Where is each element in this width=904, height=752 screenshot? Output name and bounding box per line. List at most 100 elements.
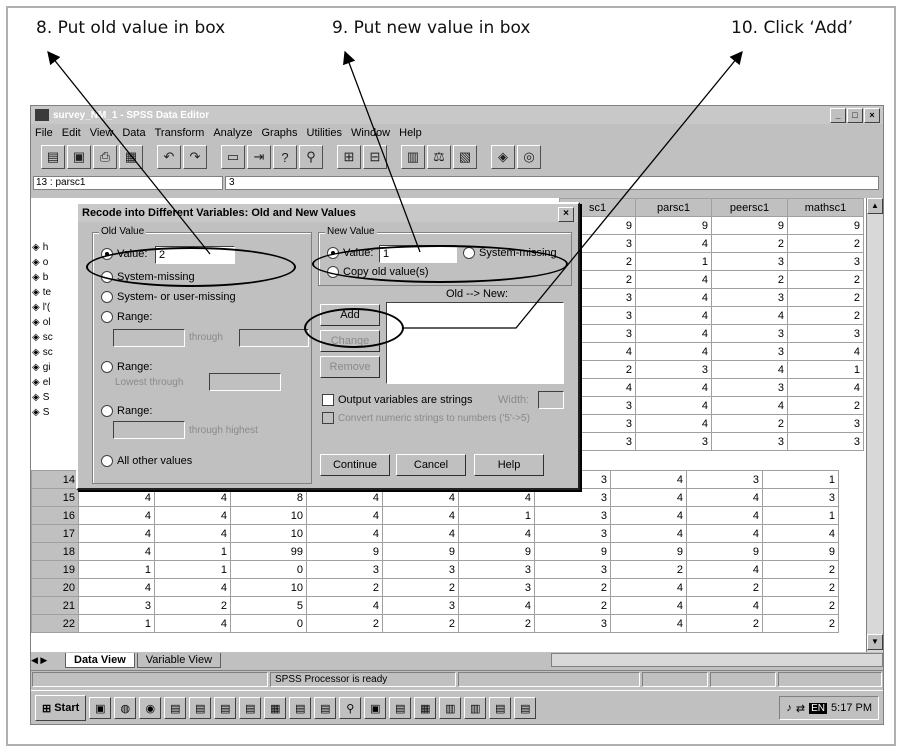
row-number[interactable]: 18	[31, 542, 79, 561]
table-cell[interactable]: 4	[610, 524, 687, 543]
row-number[interactable]: 16	[31, 506, 79, 525]
table-cell[interactable]: 2	[458, 614, 535, 633]
table-cell[interactable]: 1	[154, 542, 231, 561]
vertical-scrollbar[interactable]: ▲ ▼	[866, 198, 883, 652]
row-number[interactable]: 14	[31, 470, 79, 489]
table-cell[interactable]: 4	[787, 378, 864, 397]
table-cell[interactable]: 10	[230, 578, 307, 597]
table-cell[interactable]: 3	[686, 470, 763, 489]
taskbar-app-icon[interactable]: ◍	[114, 697, 137, 719]
scroll-down-icon[interactable]: ▼	[867, 634, 883, 650]
table-cell[interactable]: 3	[711, 324, 788, 343]
table-cell[interactable]: 10	[230, 506, 307, 525]
table-cell[interactable]: 2	[711, 234, 788, 253]
through-highest-input[interactable]	[113, 421, 185, 439]
close-button[interactable]: ×	[864, 108, 880, 123]
variables-icon[interactable]: ?	[273, 145, 297, 169]
table-cell[interactable]: 1	[78, 614, 155, 633]
table-cell[interactable]: 3	[534, 614, 611, 633]
table-cell[interactable]: 2	[306, 578, 383, 597]
table-cell[interactable]: 4	[458, 524, 535, 543]
table-cell[interactable]: 2	[787, 234, 864, 253]
convert-numeric-checkbox[interactable]: Convert numeric strings to numbers ('5'-…	[322, 412, 556, 424]
menu-analyze[interactable]: Analyze	[213, 127, 252, 139]
table-cell[interactable]: 9	[635, 216, 712, 235]
table-cell[interactable]: 4	[78, 524, 155, 543]
table-cell[interactable]: 4	[154, 488, 231, 507]
table-cell[interactable]: 4	[635, 342, 712, 361]
taskbar-app-icon[interactable]: ▤	[164, 697, 187, 719]
weight-cases-icon[interactable]: ⚖	[427, 145, 451, 169]
table-cell[interactable]: 5	[230, 596, 307, 615]
table-cell[interactable]: 3	[711, 342, 788, 361]
table-cell[interactable]: 3	[534, 506, 611, 525]
table-cell[interactable]: 2	[534, 578, 611, 597]
start-button[interactable]: ⊞ Start	[35, 695, 87, 721]
table-cell[interactable]: 4	[635, 306, 712, 325]
goto-case-icon[interactable]: ⇥	[247, 145, 271, 169]
table-cell[interactable]: 1	[762, 470, 839, 489]
taskbar-app-icon[interactable]: ▤	[189, 697, 212, 719]
table-cell[interactable]: 4	[306, 488, 383, 507]
table-cell[interactable]: 3	[534, 488, 611, 507]
taskbar-app-icon[interactable]: ▤	[489, 697, 512, 719]
table-cell[interactable]: 3	[762, 488, 839, 507]
all-other-values-radio[interactable]: All other values	[101, 455, 192, 467]
table-cell[interactable]: 4	[711, 360, 788, 379]
variable-list-item[interactable]: ◈ el	[32, 375, 78, 390]
taskbar-app-icon[interactable]: ▤	[214, 697, 237, 719]
variable-list-item[interactable]: ◈ l'(	[32, 300, 78, 315]
insert-case-icon[interactable]: ⊞	[337, 145, 361, 169]
taskbar-app-icon[interactable]: ▣	[89, 697, 112, 719]
table-cell[interactable]: 4	[78, 488, 155, 507]
table-cell[interactable]: 3	[787, 324, 864, 343]
horizontal-scrollbar[interactable]	[551, 653, 883, 667]
table-cell[interactable]: 4	[306, 506, 383, 525]
new-value-radio[interactable]: Value:	[327, 247, 373, 259]
table-cell[interactable]: 0	[230, 614, 307, 633]
table-cell[interactable]: 4	[686, 596, 763, 615]
minimize-button[interactable]: _	[830, 108, 846, 123]
table-cell[interactable]: 2	[711, 270, 788, 289]
taskbar-app-icon[interactable]: ◉	[139, 697, 162, 719]
split-file-icon[interactable]: ▥	[401, 145, 425, 169]
taskbar-app-icon[interactable]: ▣	[364, 697, 387, 719]
menu-view[interactable]: View	[90, 127, 114, 139]
save-icon[interactable]: ▣	[67, 145, 91, 169]
change-button[interactable]: Change	[320, 330, 380, 352]
column-header-parsc1[interactable]: parsc1	[635, 198, 712, 217]
table-cell[interactable]: 9	[787, 216, 864, 235]
volume-icon[interactable]: ♪	[786, 702, 792, 714]
dialog-close-button[interactable]: ×	[558, 207, 574, 222]
taskbar-app-icon[interactable]: ▤	[314, 697, 337, 719]
table-cell[interactable]: 4	[686, 488, 763, 507]
variable-list-item[interactable]: ◈ S	[32, 405, 78, 420]
table-cell[interactable]: 2	[762, 614, 839, 633]
table-cell[interactable]: 2	[787, 288, 864, 307]
table-cell[interactable]: 1	[787, 360, 864, 379]
table-cell[interactable]: 3	[711, 432, 788, 451]
table-cell[interactable]: 3	[635, 360, 712, 379]
tab-scroll-arrows-icon[interactable]: ◀ ▶	[31, 655, 65, 666]
variable-list-item[interactable]: ◈ sc	[32, 345, 78, 360]
table-cell[interactable]: 4	[154, 578, 231, 597]
variable-list-item[interactable]: ◈ S	[32, 390, 78, 405]
table-cell[interactable]: 2	[762, 596, 839, 615]
row-number[interactable]: 20	[31, 578, 79, 597]
select-cases-icon[interactable]: ▧	[453, 145, 477, 169]
table-cell[interactable]: 1	[762, 506, 839, 525]
taskbar-app-icon[interactable]: ▤	[514, 697, 537, 719]
table-cell[interactable]: 2	[711, 414, 788, 433]
range-highest-radio[interactable]: Range:	[101, 405, 152, 417]
find-icon[interactable]: ⚲	[299, 145, 323, 169]
table-cell[interactable]: 2	[787, 306, 864, 325]
menu-graphs[interactable]: Graphs	[261, 127, 297, 139]
table-cell[interactable]: 4	[382, 524, 459, 543]
table-cell[interactable]: 9	[458, 542, 535, 561]
new-system-missing-radio[interactable]: System-missing	[463, 247, 557, 259]
table-cell[interactable]: 4	[78, 542, 155, 561]
table-cell[interactable]: 3	[458, 560, 535, 579]
table-cell[interactable]: 1	[458, 506, 535, 525]
table-cell[interactable]: 9	[711, 216, 788, 235]
table-cell[interactable]: 2	[610, 560, 687, 579]
